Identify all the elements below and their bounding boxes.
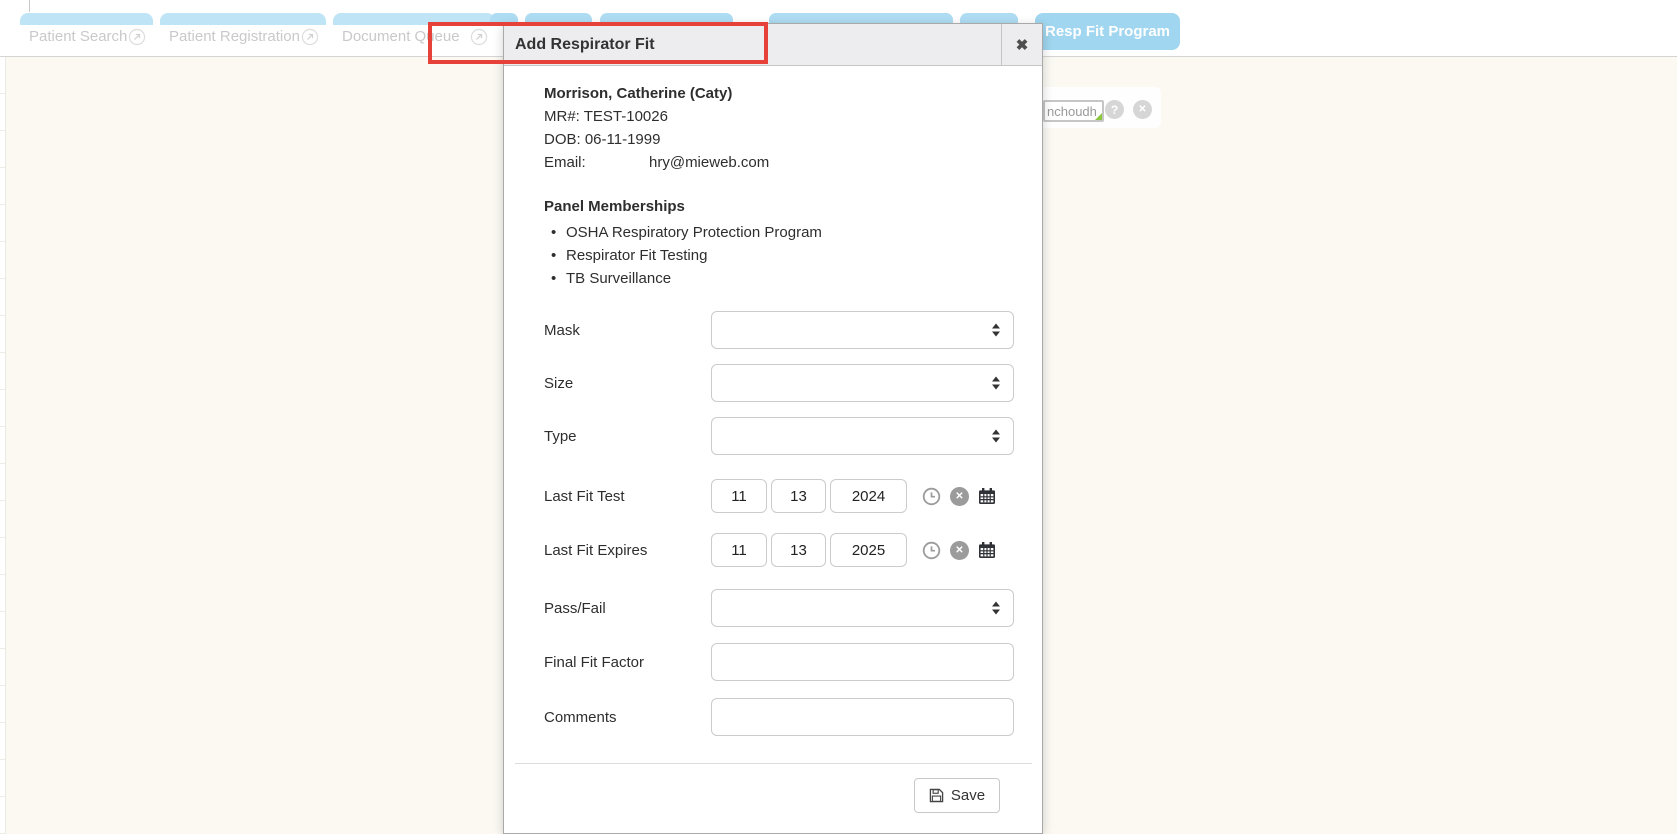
patient-summary: Morrison, Catherine (Caty) MR#: TEST-100… bbox=[544, 82, 769, 174]
mask-label: Mask bbox=[544, 322, 711, 339]
patient-email-label: Email: bbox=[544, 151, 649, 174]
size-select[interactable] bbox=[711, 364, 1014, 402]
time-now-icon[interactable] bbox=[922, 541, 941, 560]
pass-fail-label: Pass/Fail bbox=[544, 600, 711, 617]
comments-input[interactable] bbox=[711, 698, 1014, 736]
patient-mr: MR#: TEST-10026 bbox=[544, 105, 769, 128]
type-row: Type bbox=[544, 417, 1019, 455]
panel-memberships-heading: Panel Memberships bbox=[544, 196, 822, 218]
dialog-header: Add Respirator Fit ✖ bbox=[504, 24, 1042, 66]
search-input-wrap bbox=[1043, 100, 1104, 122]
select-arrows-icon bbox=[992, 324, 1000, 337]
pass-fail-select[interactable] bbox=[711, 589, 1014, 627]
tab-label: Resp Fit Program bbox=[1045, 23, 1170, 40]
save-button[interactable]: Save bbox=[914, 778, 1000, 813]
comments-row: Comments bbox=[544, 698, 1019, 736]
last-fit-test-year-input[interactable] bbox=[830, 479, 907, 513]
open-in-new-icon[interactable] bbox=[301, 28, 319, 46]
patient-dob: DOB: 06-11-1999 bbox=[544, 128, 769, 151]
search-panel: ? ✕ bbox=[1036, 87, 1161, 128]
size-label: Size bbox=[544, 375, 711, 392]
dialog-title: Add Respirator Fit bbox=[504, 24, 1001, 65]
select-arrows-icon bbox=[992, 430, 1000, 443]
tab-label: Document Queue bbox=[342, 28, 460, 45]
top-edge-tick bbox=[29, 0, 30, 12]
comments-label: Comments bbox=[544, 709, 711, 726]
tab-accent-bar bbox=[160, 13, 326, 25]
tab-label: Patient Search bbox=[29, 28, 127, 45]
last-fit-test-month-input[interactable] bbox=[711, 479, 767, 513]
tab-patient-registration[interactable]: Patient Registration bbox=[160, 13, 326, 48]
last-fit-expires-row: Last Fit Expires ✕ bbox=[544, 533, 1019, 567]
close-button[interactable]: ✖ bbox=[1001, 24, 1042, 65]
last-fit-expires-year-input[interactable] bbox=[830, 533, 907, 567]
search-input[interactable] bbox=[1043, 100, 1104, 122]
close-icon: ✖ bbox=[1016, 36, 1029, 54]
mask-select[interactable] bbox=[711, 311, 1014, 349]
membership-item: TB Surveillance bbox=[544, 267, 822, 290]
final-fit-factor-label: Final Fit Factor bbox=[544, 654, 711, 671]
tab-accent-bar bbox=[20, 13, 153, 25]
type-select[interactable] bbox=[711, 417, 1014, 455]
last-fit-expires-label: Last Fit Expires bbox=[544, 542, 711, 559]
last-fit-test-label: Last Fit Test bbox=[544, 488, 711, 505]
open-in-new-icon[interactable] bbox=[470, 28, 488, 46]
pass-fail-row: Pass/Fail bbox=[544, 589, 1019, 627]
clear-icon[interactable]: ✕ bbox=[1133, 100, 1152, 119]
clear-date-icon[interactable]: ✕ bbox=[950, 541, 969, 560]
last-fit-test-day-input[interactable] bbox=[771, 479, 826, 513]
select-arrows-icon bbox=[992, 602, 1000, 615]
final-fit-factor-input[interactable] bbox=[711, 643, 1014, 681]
save-label: Save bbox=[951, 787, 985, 804]
final-fit-factor-row: Final Fit Factor bbox=[544, 643, 1019, 681]
patient-name: Morrison, Catherine (Caty) bbox=[544, 82, 769, 105]
left-edge-panel bbox=[0, 57, 6, 834]
help-icon[interactable]: ? bbox=[1105, 100, 1124, 119]
type-label: Type bbox=[544, 428, 711, 445]
membership-item: Respirator Fit Testing bbox=[544, 244, 822, 267]
tab-patient-search[interactable]: Patient Search bbox=[20, 13, 153, 48]
save-floppy-icon bbox=[929, 788, 944, 803]
membership-item: OSHA Respiratory Protection Program bbox=[544, 221, 822, 244]
tab-accent-bar bbox=[333, 13, 495, 25]
tab-label: Patient Registration bbox=[169, 28, 300, 45]
add-respirator-fit-dialog: Add Respirator Fit ✖ Morrison, Catherine… bbox=[503, 23, 1043, 834]
calendar-icon[interactable] bbox=[978, 487, 996, 505]
tab-document-queue[interactable]: Document Queue bbox=[333, 13, 495, 48]
mask-row: Mask bbox=[544, 311, 1019, 349]
calendar-icon[interactable] bbox=[978, 541, 996, 559]
page: Patient Search Patient Registration bbox=[0, 0, 1677, 834]
clear-date-icon[interactable]: ✕ bbox=[950, 487, 969, 506]
last-fit-expires-day-input[interactable] bbox=[771, 533, 826, 567]
select-arrows-icon bbox=[992, 377, 1000, 390]
footer-divider bbox=[515, 763, 1032, 764]
patient-email-value: hry@mieweb.com bbox=[649, 151, 769, 174]
time-now-icon[interactable] bbox=[922, 487, 941, 506]
last-fit-expires-month-input[interactable] bbox=[711, 533, 767, 567]
last-fit-test-row: Last Fit Test ✕ bbox=[544, 479, 1019, 513]
tab-resp-fit-program[interactable]: Resp Fit Program bbox=[1035, 13, 1180, 50]
size-row: Size bbox=[544, 364, 1019, 402]
open-in-new-icon[interactable] bbox=[128, 28, 146, 46]
panel-memberships: Panel Memberships OSHA Respiratory Prote… bbox=[544, 196, 822, 290]
